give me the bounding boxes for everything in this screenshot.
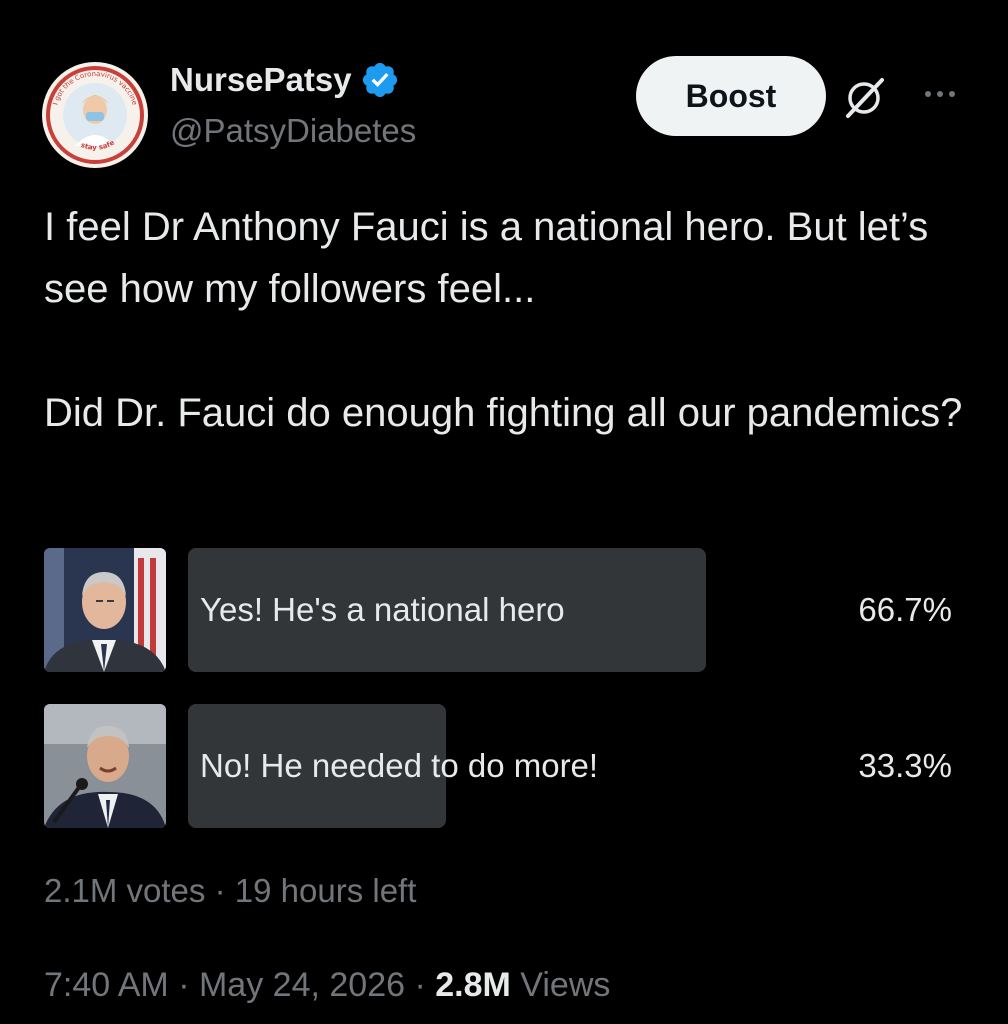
tweet-time[interactable]: 7:40 AM bbox=[44, 966, 169, 1004]
separator-dot: · bbox=[214, 872, 235, 909]
boost-button[interactable]: Boost bbox=[636, 56, 826, 136]
poll-option-1[interactable]: Yes! He's a national hero 66.7% bbox=[44, 548, 964, 674]
author-display-name[interactable]: NursePatsy bbox=[170, 60, 400, 100]
verified-badge-icon[interactable] bbox=[360, 60, 400, 100]
poll-time-left: 19 hours left bbox=[234, 872, 417, 909]
poll-votes: 2.1M votes bbox=[44, 872, 206, 909]
tweet-paragraph-1: I feel Dr Anthony Fauci is a national he… bbox=[44, 205, 929, 311]
author-handle[interactable]: @PatsyDiabetes bbox=[170, 112, 416, 150]
tweet-date[interactable]: May 24, 2026 bbox=[199, 966, 405, 1004]
poll-option-1-image bbox=[44, 548, 166, 672]
more-options-icon[interactable] bbox=[920, 72, 960, 112]
poll-option-2-image bbox=[44, 704, 166, 828]
poll-option-1-label: Yes! He's a national hero bbox=[200, 591, 565, 628]
poll-option-2-label: No! He needed to do more! bbox=[200, 747, 599, 784]
display-name-text: NursePatsy bbox=[170, 61, 352, 98]
separator-dot: · bbox=[178, 966, 199, 1004]
poll-option-1-percent: 66.7% bbox=[858, 591, 952, 628]
author-avatar[interactable]: I got the Coronavirus vaccine stay safe bbox=[42, 62, 148, 168]
poll-option-2[interactable]: No! He needed to do more! 33.3% bbox=[44, 704, 964, 830]
separator-dot: · bbox=[414, 966, 436, 1004]
grok-icon[interactable] bbox=[842, 74, 888, 120]
tweet-paragraph-2: Did Dr. Fauci do enough fighting all our… bbox=[44, 391, 963, 435]
views-count[interactable]: 2.8M bbox=[435, 966, 511, 1004]
tweet-body: I feel Dr Anthony Fauci is a national he… bbox=[44, 196, 964, 444]
poll-option-2-percent: 33.3% bbox=[858, 747, 952, 784]
poll-meta: 2.1M votes · 19 hours left bbox=[44, 872, 416, 910]
avatar-image: I got the Coronavirus vaccine stay safe bbox=[43, 63, 147, 167]
tweet-timestamp-row: 7:40 AM · May 24, 2026 · 2.8M Views bbox=[44, 966, 610, 1005]
views-label: Views bbox=[520, 966, 611, 1004]
